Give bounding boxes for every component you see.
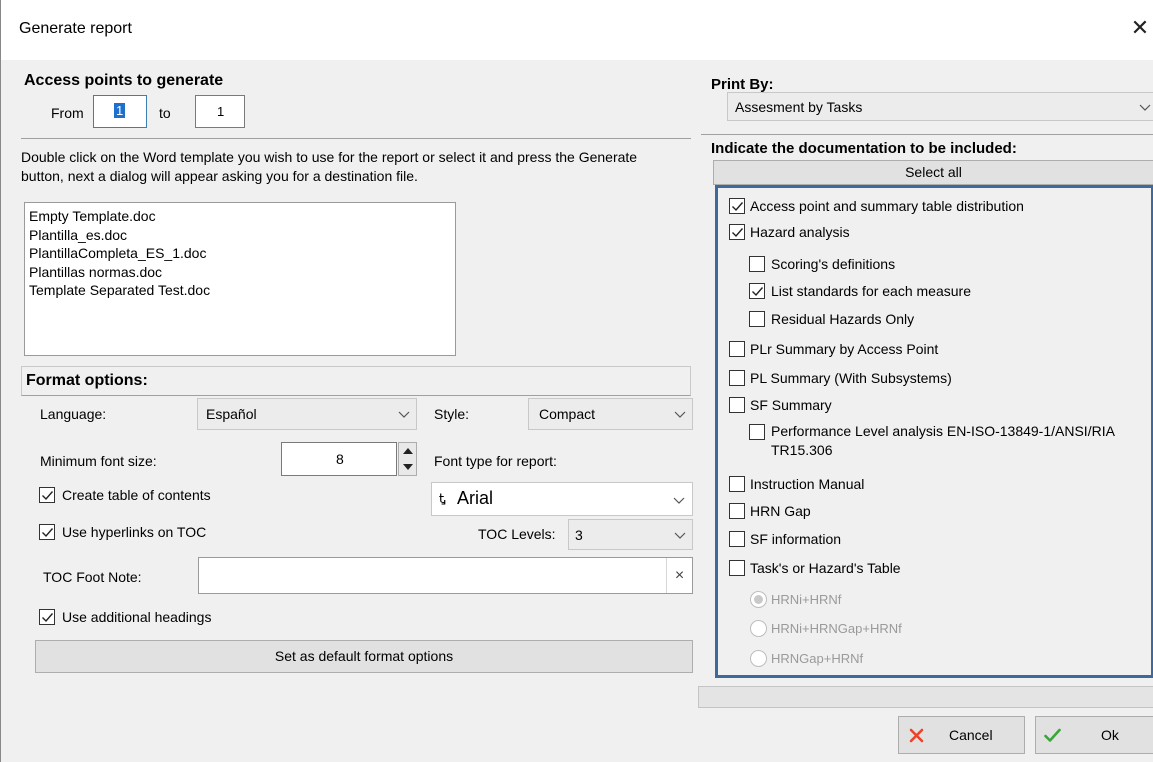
- doc-checkbox-instruction-manual[interactable]: [729, 476, 745, 492]
- doc-checkbox-sf-information[interactable]: [729, 531, 745, 547]
- create-toc-label: Create table of contents: [62, 487, 211, 503]
- language-label: Language:: [40, 406, 107, 422]
- doc-label: List standards for each measure: [771, 283, 971, 299]
- doc-label: HRN Gap: [750, 503, 811, 519]
- set-default-format-button[interactable]: Set as default format options: [35, 640, 693, 673]
- print-by-select[interactable]: Assesment by Tasks: [727, 92, 1153, 121]
- clear-icon[interactable]: ×: [666, 558, 692, 593]
- list-item[interactable]: Plantilla_es.doc: [29, 226, 451, 245]
- doc-label: SF information: [750, 531, 842, 547]
- doc-label: Performance Level analysis EN-ISO-13849-…: [771, 423, 1115, 439]
- doc-checkbox-access-point[interactable]: [729, 198, 745, 214]
- radio-label: HRNi+HRNf: [771, 592, 842, 607]
- min-font-size-label: Minimum font size:: [40, 453, 157, 469]
- create-toc-checkbox[interactable]: [39, 487, 55, 503]
- divider: [701, 134, 1153, 135]
- format-options-heading: Format options:: [26, 372, 148, 389]
- list-item[interactable]: Empty Template.doc: [29, 207, 451, 226]
- toc-levels-label: TOC Levels:: [478, 526, 556, 542]
- radio-label: HRNi+HRNGap+HRNf: [771, 621, 902, 636]
- from-input[interactable]: 1: [93, 95, 147, 128]
- from-label: From: [51, 105, 84, 121]
- radio-hrngap-hrnf[interactable]: [750, 650, 767, 667]
- doc-label: Scoring's definitions: [771, 256, 896, 272]
- checkmark-icon: [732, 202, 744, 212]
- checkmark-icon: [42, 491, 54, 501]
- additional-headings-label: Use additional headings: [62, 609, 212, 625]
- chevron-down-icon: [1139, 104, 1151, 111]
- min-font-size-stepper[interactable]: [398, 442, 417, 476]
- radio-label: HRNGap+HRNf: [771, 651, 864, 666]
- doc-label: PL Summary (With Subsystems): [750, 370, 952, 386]
- list-item[interactable]: Template Separated Test.doc: [29, 281, 451, 300]
- doc-checkbox-sf-summary[interactable]: [729, 397, 745, 413]
- doc-checkbox-residual[interactable]: [749, 311, 765, 327]
- doc-checkbox-list-standards[interactable]: [749, 283, 765, 299]
- toc-footnote-input[interactable]: ×: [198, 557, 693, 594]
- doc-checkbox-scoring[interactable]: [749, 256, 765, 272]
- style-select[interactable]: Compact: [528, 398, 693, 430]
- chevron-down-icon: [674, 411, 686, 418]
- radio-hrni-hrnf[interactable]: [750, 591, 767, 608]
- chevron-down-icon: [673, 497, 685, 504]
- documentation-heading: Indicate the documentation to be include…: [711, 140, 1017, 157]
- list-item[interactable]: Plantillas normas.doc: [29, 263, 451, 282]
- style-label: Style:: [434, 406, 470, 422]
- access-points-heading: Access points to generate: [24, 72, 224, 89]
- doc-label: Residual Hazards Only: [771, 311, 915, 327]
- cancel-button[interactable]: Cancel: [898, 716, 1025, 754]
- list-item[interactable]: PlantillaCompleta_ES_1.doc: [29, 244, 451, 263]
- to-label: to: [159, 105, 171, 121]
- doc-checkbox-plr-summary[interactable]: [729, 341, 745, 357]
- checkmark-icon: [42, 528, 54, 538]
- select-all-button[interactable]: Select all: [713, 160, 1153, 185]
- doc-checkbox-task-hazard-table[interactable]: [729, 560, 745, 576]
- checkmark-icon: [1044, 728, 1061, 742]
- dialog-body: Access points to generate From 1 to 1 Do…: [1, 60, 1153, 762]
- format-options-header: Format options:: [21, 366, 691, 396]
- doc-label: Access point and summary table distribut…: [750, 198, 1024, 214]
- min-font-size-input[interactable]: 8: [281, 442, 397, 476]
- stepper-down-icon: [403, 464, 413, 470]
- print-by-label: Print By:: [711, 76, 774, 93]
- font-type-label: Font type for report:: [434, 453, 557, 469]
- font-type-select[interactable]: Ꮏ Arial: [431, 482, 693, 516]
- dialog-title: Generate report: [19, 20, 132, 37]
- language-select[interactable]: Español: [197, 398, 417, 430]
- checkmark-icon: [42, 613, 54, 623]
- stepper-up-icon: [403, 448, 413, 454]
- hyperlinks-checkbox[interactable]: [39, 524, 55, 540]
- to-input[interactable]: 1: [195, 95, 245, 128]
- doc-checkbox-hazard-analysis[interactable]: [729, 224, 745, 240]
- ok-button[interactable]: Ok: [1035, 716, 1153, 754]
- toc-levels-select[interactable]: 3: [568, 519, 693, 550]
- instructions-text: Double click on the Word template you wi…: [21, 149, 638, 184]
- progress-bar: [698, 686, 1153, 708]
- radio-hrni-hrngap-hrnf[interactable]: [750, 620, 767, 637]
- checkmark-icon: [752, 287, 764, 297]
- chevron-down-icon: [674, 532, 686, 539]
- doc-label: Hazard analysis: [750, 224, 850, 240]
- title-bar: Generate report ✕: [1, 0, 1153, 60]
- additional-headings-checkbox[interactable]: [39, 609, 55, 625]
- doc-label: SF Summary: [750, 397, 832, 413]
- doc-checkbox-performance-level[interactable]: [749, 424, 765, 440]
- doc-label: Task's or Hazard's Table: [750, 560, 901, 576]
- template-list[interactable]: Empty Template.doc Plantilla_es.doc Plan…: [24, 202, 456, 356]
- hyperlinks-label: Use hyperlinks on TOC: [62, 524, 207, 540]
- close-icon[interactable]: ✕: [1126, 14, 1153, 42]
- chevron-down-icon: [398, 411, 410, 418]
- divider: [21, 138, 691, 139]
- doc-label-continued: TR15.306: [771, 442, 833, 458]
- close-icon: [909, 728, 924, 743]
- checkmark-icon: [732, 228, 744, 238]
- doc-checkbox-pl-summary[interactable]: [729, 370, 745, 386]
- generate-report-dialog: Generate report ✕ Access points to gener…: [0, 0, 1153, 762]
- doc-label: PLr Summary by Access Point: [750, 341, 939, 357]
- doc-label: Instruction Manual: [750, 476, 865, 492]
- font-type-icon: Ꮏ: [439, 491, 447, 506]
- doc-checkbox-hrn-gap[interactable]: [729, 503, 745, 519]
- toc-footnote-label: TOC Foot Note:: [43, 569, 142, 585]
